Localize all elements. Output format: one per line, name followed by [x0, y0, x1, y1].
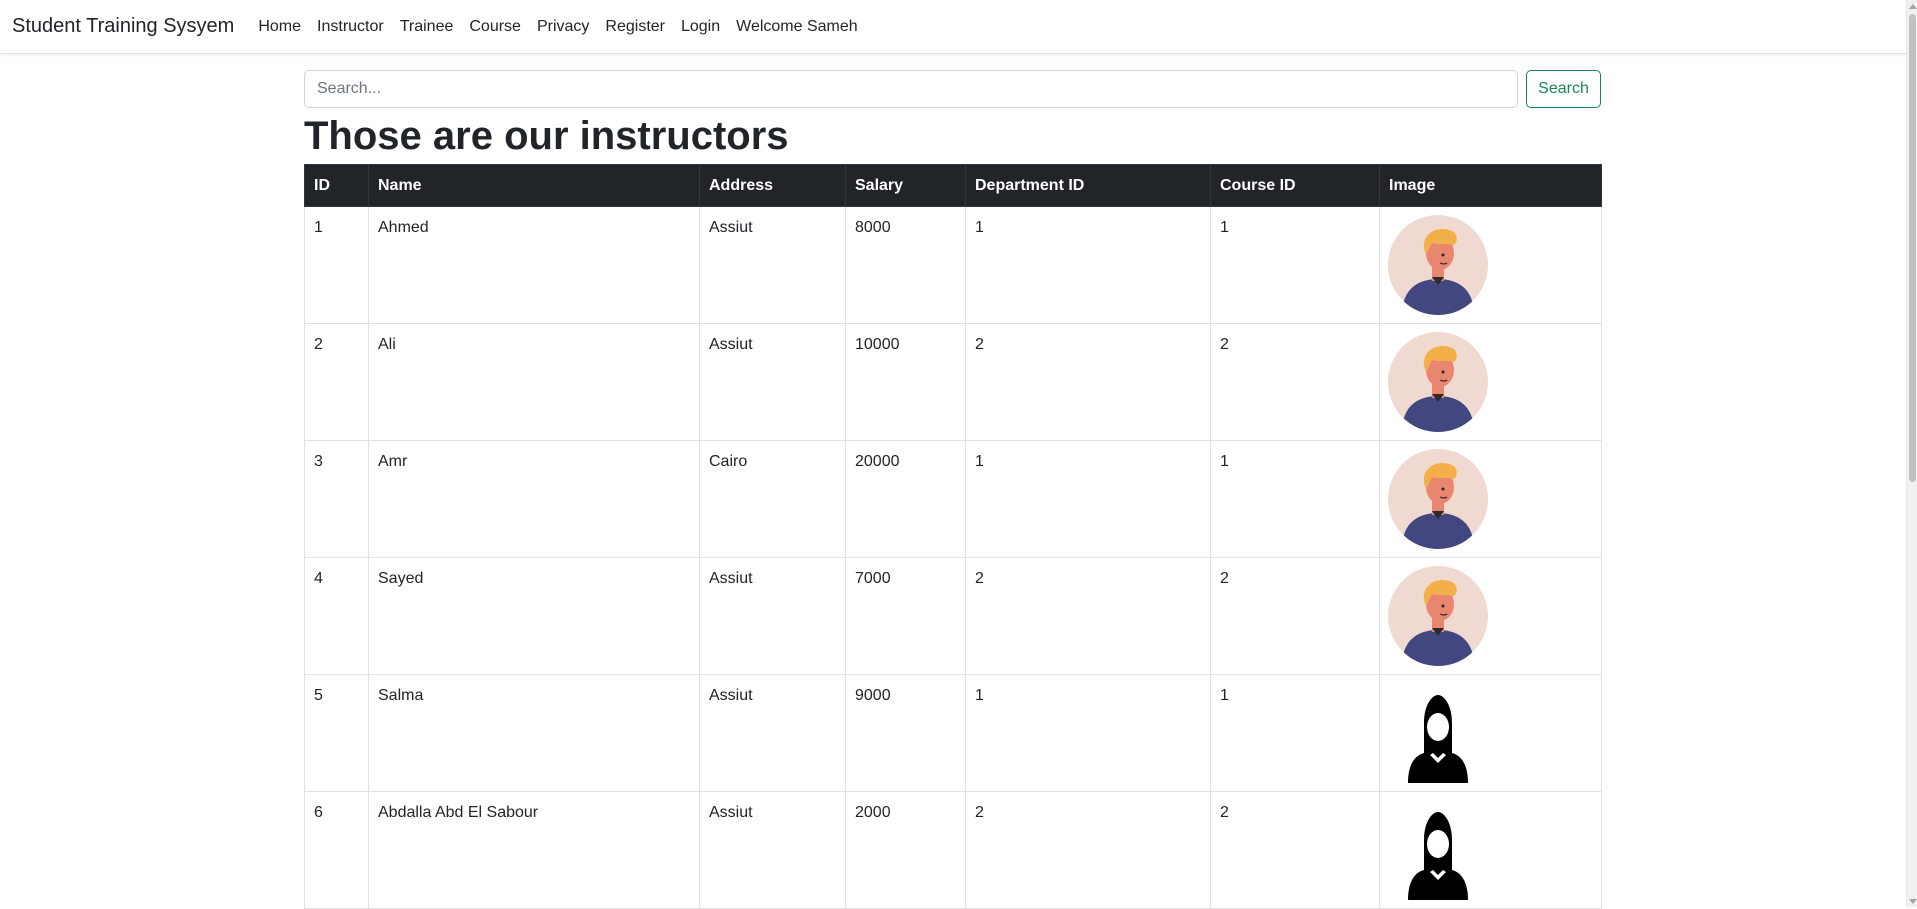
cell-department-id: 1 [965, 206, 1211, 324]
column-header-department-id: Department ID [965, 164, 1211, 207]
cell-address: Assiut [699, 674, 846, 792]
column-header-id: ID [304, 164, 369, 207]
cell-id: 2 [304, 323, 369, 441]
nav-link-course[interactable]: Course [461, 18, 529, 36]
search-form: Search [304, 70, 1601, 108]
cell-name: Salma [368, 674, 700, 792]
cell-image [1379, 323, 1602, 441]
table-row: 6 Abdalla Abd El Sabour Assiut 2000 2 2 [304, 791, 1602, 909]
cell-department-id: 2 [965, 323, 1211, 441]
instructors-table: ID Name Address Salary Department ID Cou… [304, 164, 1602, 909]
cell-salary: 8000 [845, 206, 966, 324]
cell-name: Sayed [368, 557, 700, 675]
nav-link-instructor[interactable]: Instructor [309, 18, 392, 36]
cell-id: 5 [304, 674, 369, 792]
cell-name: Ali [368, 323, 700, 441]
table-body: 1 Ahmed Assiut 8000 1 1 2 Ali Assiut 100… [304, 206, 1602, 909]
female-silhouette-icon [1408, 695, 1468, 783]
cell-id: 6 [304, 791, 369, 909]
nav-link-trainee[interactable]: Trainee [392, 18, 462, 36]
nav-link-login[interactable]: Login [673, 18, 728, 36]
cell-address: Assiut [699, 323, 846, 441]
cell-salary: 7000 [845, 557, 966, 675]
cell-image [1379, 674, 1602, 792]
nav-link-register[interactable]: Register [597, 18, 673, 36]
cell-course-id: 1 [1210, 440, 1380, 558]
cell-course-id: 2 [1210, 791, 1380, 909]
cell-address: Cairo [699, 440, 846, 558]
cell-id: 3 [304, 440, 369, 558]
table-row: 4 Sayed Assiut 7000 2 2 [304, 557, 1602, 675]
cell-salary: 10000 [845, 323, 966, 441]
scrollbar-thumb[interactable] [1909, 14, 1916, 482]
cell-image [1379, 206, 1602, 324]
cell-course-id: 1 [1210, 206, 1380, 324]
cell-course-id: 1 [1210, 674, 1380, 792]
cell-name: Amr [368, 440, 700, 558]
cell-name: Ahmed [368, 206, 700, 324]
cell-salary: 20000 [845, 440, 966, 558]
cell-image [1379, 557, 1602, 675]
cell-salary: 9000 [845, 674, 966, 792]
cell-image [1379, 791, 1602, 909]
column-header-salary: Salary [845, 164, 966, 207]
nav-link-welcome-user[interactable]: Welcome Sameh [728, 18, 866, 36]
nav-link-privacy[interactable]: Privacy [529, 18, 597, 36]
cell-address: Assiut [699, 206, 846, 324]
male-avatar-icon [1388, 449, 1488, 549]
vertical-scrollbar[interactable] [1906, 0, 1917, 907]
page-title: Those are our instructors [304, 114, 789, 158]
cell-id: 1 [304, 206, 369, 324]
cell-course-id: 2 [1210, 557, 1380, 675]
brand-link[interactable]: Student Training Sysyem [12, 15, 234, 38]
table-row: 1 Ahmed Assiut 8000 1 1 [304, 206, 1602, 324]
column-header-address: Address [699, 164, 846, 207]
female-silhouette-icon [1408, 812, 1468, 900]
search-button[interactable]: Search [1526, 70, 1601, 108]
column-header-course-id: Course ID [1210, 164, 1380, 207]
cell-address: Assiut [699, 791, 846, 909]
table-row: 2 Ali Assiut 10000 2 2 [304, 323, 1602, 441]
cell-course-id: 2 [1210, 323, 1380, 441]
column-header-image: Image [1379, 164, 1602, 207]
table-header-row: ID Name Address Salary Department ID Cou… [304, 164, 1602, 207]
cell-image [1379, 440, 1602, 558]
cell-department-id: 1 [965, 674, 1211, 792]
navbar: Student Training Sysyem Home Instructor … [0, 0, 1906, 54]
search-input[interactable] [304, 70, 1518, 108]
cell-address: Assiut [699, 557, 846, 675]
male-avatar-icon [1388, 566, 1488, 666]
table-row: 5 Salma Assiut 9000 1 1 [304, 674, 1602, 792]
nav-links: Home Instructor Trainee Course Privacy R… [250, 18, 865, 36]
table-header: ID Name Address Salary Department ID Cou… [304, 164, 1602, 207]
scroll-up-arrow-icon[interactable] [1907, 0, 1917, 12]
scroll-down-arrow-icon[interactable] [1907, 895, 1917, 907]
cell-department-id: 2 [965, 791, 1211, 909]
main-container: Search Those are our instructors ID Name… [304, 70, 1602, 909]
cell-name: Abdalla Abd El Sabour [368, 791, 700, 909]
cell-salary: 2000 [845, 791, 966, 909]
cell-department-id: 1 [965, 440, 1211, 558]
nav-link-home[interactable]: Home [250, 18, 309, 36]
cell-department-id: 2 [965, 557, 1211, 675]
column-header-name: Name [368, 164, 700, 207]
male-avatar-icon [1388, 215, 1488, 315]
table-row: 3 Amr Cairo 20000 1 1 [304, 440, 1602, 558]
male-avatar-icon [1388, 332, 1488, 432]
cell-id: 4 [304, 557, 369, 675]
